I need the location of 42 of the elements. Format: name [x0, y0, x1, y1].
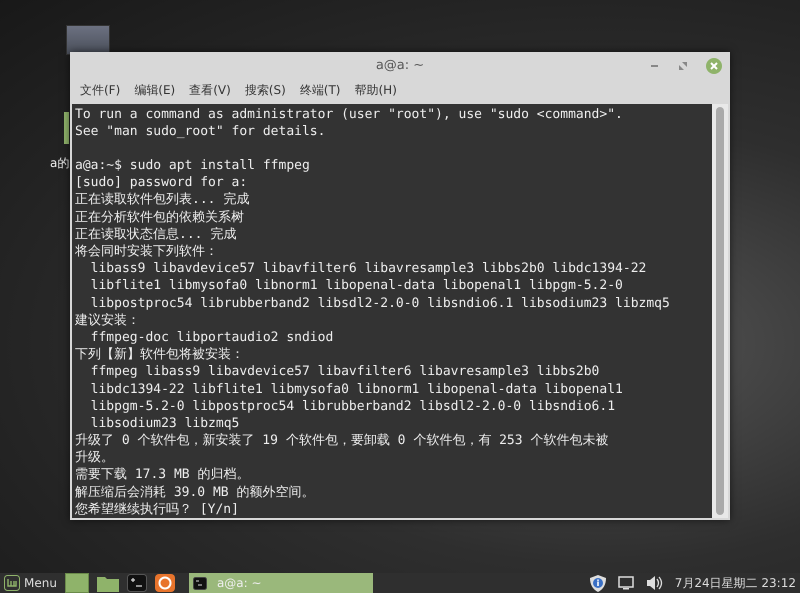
menu-item[interactable]: 文件(F) [80, 82, 120, 100]
terminal-line: 将会同时安装下列软件： [75, 244, 218, 259]
terminal-line: libdc1394-22 libflite1 libmysofa0 libnorm1 libopenal-data libopenal1 [90, 382, 623, 396]
terminal-line: 需要下载 17.3 MB 的归档。 [75, 467, 250, 482]
terminal-line: 解压缩后会消耗 39.0 MB 的额外空间。 [75, 484, 314, 500]
menu-item[interactable]: 查看(V) [189, 82, 231, 100]
clock[interactable]: 7月24日星期二 23:12 [674, 574, 796, 592]
menu-item[interactable]: 帮助(H) [354, 82, 397, 100]
terminal-line: 下列【新】软件包将被安装： [75, 347, 244, 362]
terminal-line: 正在读取软件包列表... 完成 [75, 192, 250, 208]
volume-icon[interactable] [646, 575, 663, 591]
show-desktop-icon[interactable] [64, 573, 89, 593]
terminal-line: To run a command as administrator (user "root"), use "sudo <command>". [75, 106, 623, 122]
terminal-icon[interactable] [126, 574, 147, 592]
terminal-line: libass9 libavdevice57 libavfilter6 libavresample3 libbs2b0 libdc1394-22 [90, 261, 646, 276]
info-shield-icon[interactable] [590, 574, 606, 592]
terminal-line: 您希望继续执行吗？ [Y/n] [75, 502, 239, 517]
terminal-line: ffmpeg-doc libportaudio2 sndiod [90, 330, 334, 345]
terminal-line: See "man sudo_root" for details. [75, 124, 326, 139]
terminal-line: 建议安装： [75, 312, 140, 328]
terminal-line: libpgm-5.2-0 libpostproc54 librubberband2 libsdl2-2.0-0 libsndio6.1 [90, 398, 616, 414]
display-icon[interactable] [618, 576, 634, 590]
browser-icon[interactable] [154, 574, 175, 592]
scrollbar-thumb[interactable] [716, 106, 724, 515]
menu-button[interactable]: Menu [4, 575, 57, 591]
terminal-line: 升级了 0 个软件包，新安装了 19 个软件包，要卸载 0 个软件包，有 253 个软件包未被 [75, 433, 608, 448]
terminal-line: [sudo] password for a: [75, 175, 248, 190]
terminal-line: libsodium23 libzmq5 [90, 416, 240, 431]
terminal-line: 升级。 [75, 450, 114, 466]
terminal-line: 正在读取状态信息... 完成 [75, 226, 236, 242]
mint-logo-icon [4, 575, 20, 591]
menu-item[interactable]: 搜索(S) [244, 82, 286, 100]
menu-item[interactable]: 编辑(E) [134, 82, 176, 100]
terminal-line: libflite1 libmysofa0 libnorm1 libopenal-data libopenal1 libpgm-5.2-0 [90, 278, 623, 294]
terminal-line: libpostproc54 librubberband2 libsdl2-2.0-0 libsndio6.1 libsodium23 libzmq5 [90, 296, 670, 311]
window-title: a@a: ~ [376, 58, 424, 73]
terminal-line: a@a:~$ sudo apt install ffmpeg [75, 158, 310, 174]
terminal-line: ffmpeg libass9 libavdevice57 libavfilter6 libavresample3 libbs2b0 [90, 364, 600, 380]
menu-item[interactable]: 终端(T) [300, 82, 340, 100]
terminal-line: 正在分析软件包的依赖关系树 [75, 210, 244, 225]
desktop-icon-label[interactable]: a的 [50, 155, 70, 172]
terminal-icon [192, 576, 207, 590]
